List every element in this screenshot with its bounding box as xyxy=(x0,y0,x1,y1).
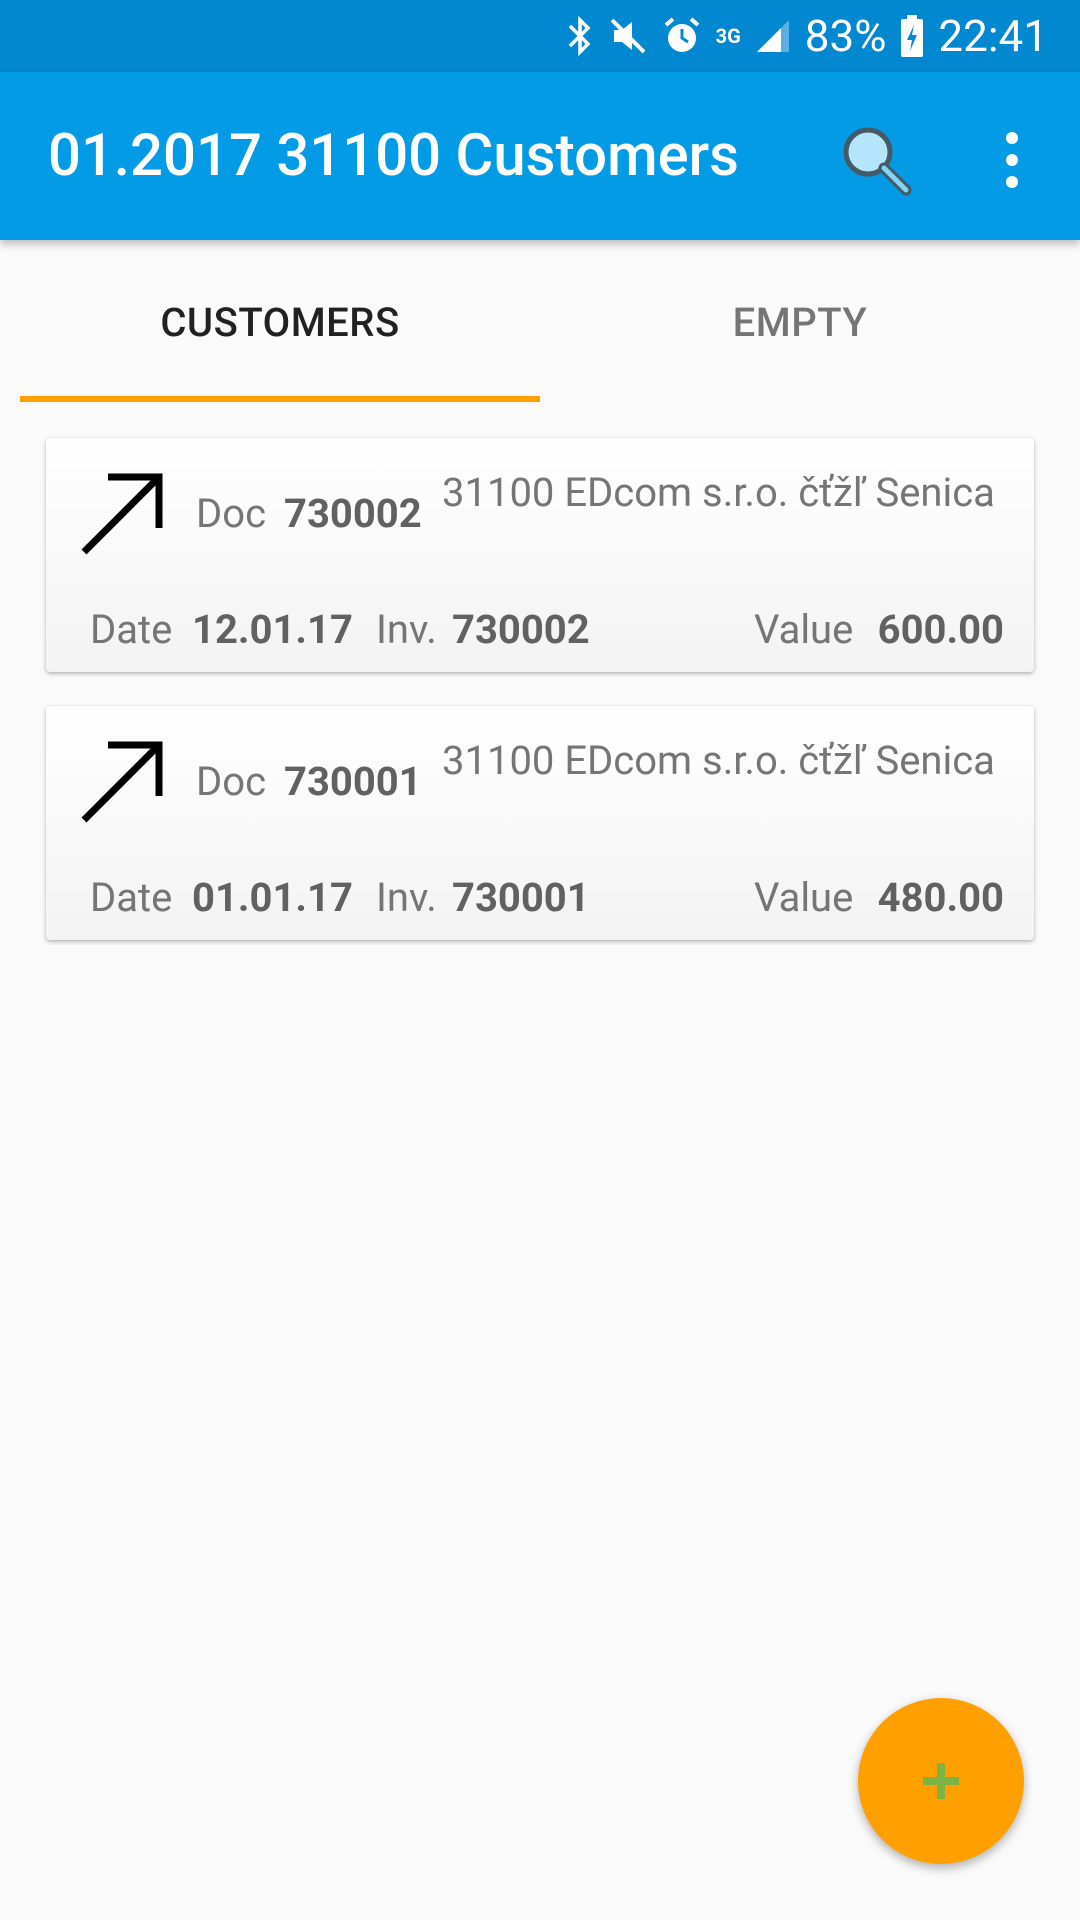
page-title: 01.2017 31100 Customers xyxy=(48,122,740,190)
date-label: Date xyxy=(90,874,173,921)
value-amount: 600.00 xyxy=(877,606,1004,653)
value-amount: 480.00 xyxy=(877,874,1004,921)
clock: 22:41 xyxy=(938,10,1048,62)
tab-bar: CUSTOMERS EMPTY xyxy=(0,240,1080,404)
date-label: Date xyxy=(90,606,173,653)
alarm-icon xyxy=(662,16,702,56)
search-icon xyxy=(843,127,912,196)
value-label: Value xyxy=(754,606,854,653)
inv-label: Inv. xyxy=(376,874,437,921)
bluetooth-icon xyxy=(566,14,594,58)
battery-charging-icon xyxy=(900,15,924,57)
3g-icon: 3G xyxy=(716,24,741,48)
arrow-up-right-icon xyxy=(81,741,163,823)
inv-value: 730002 xyxy=(452,606,590,653)
add-button[interactable] xyxy=(858,1698,1024,1864)
doc-number: 730002 xyxy=(284,490,422,537)
doc-number: 730001 xyxy=(284,758,422,805)
list-item[interactable]: Doc 730002 31100 EDcom s.r.o. čťžľ Senic… xyxy=(46,438,1034,672)
tab-label: EMPTY xyxy=(732,298,868,346)
customer-name: 31100 EDcom s.r.o. čťžľ Senica xyxy=(442,737,995,784)
tab-empty[interactable]: EMPTY xyxy=(540,240,1060,404)
tab-indicator xyxy=(20,396,540,402)
mute-icon xyxy=(608,16,648,56)
tab-label: CUSTOMERS xyxy=(160,298,400,346)
list-item[interactable]: Doc 730001 31100 EDcom s.r.o. čťžľ Senic… xyxy=(46,706,1034,940)
value-label: Value xyxy=(754,874,854,921)
inv-label: Inv. xyxy=(376,606,437,653)
doc-label: Doc xyxy=(196,490,266,537)
doc-label: Doc xyxy=(196,758,266,805)
date-value: 01.01.17 xyxy=(192,874,353,921)
more-vert-icon xyxy=(1006,132,1018,188)
tab-customers[interactable]: CUSTOMERS xyxy=(20,240,540,404)
arrow-up-right-icon xyxy=(81,473,163,555)
customer-name: 31100 EDcom s.r.o. čťžľ Senica xyxy=(442,469,995,516)
inv-value: 730001 xyxy=(452,874,590,921)
plus-icon xyxy=(923,1763,959,1799)
status-bar: 3G 83% 22:41 xyxy=(0,0,1080,72)
app-bar: 01.2017 31100 Customers xyxy=(0,72,1080,240)
more-options-button[interactable] xyxy=(980,120,1044,200)
battery-percent: 83% xyxy=(804,10,887,62)
signal-icon xyxy=(755,18,791,54)
search-button[interactable] xyxy=(836,120,916,200)
date-value: 12.01.17 xyxy=(192,606,353,653)
network-type: 3G xyxy=(715,24,741,48)
